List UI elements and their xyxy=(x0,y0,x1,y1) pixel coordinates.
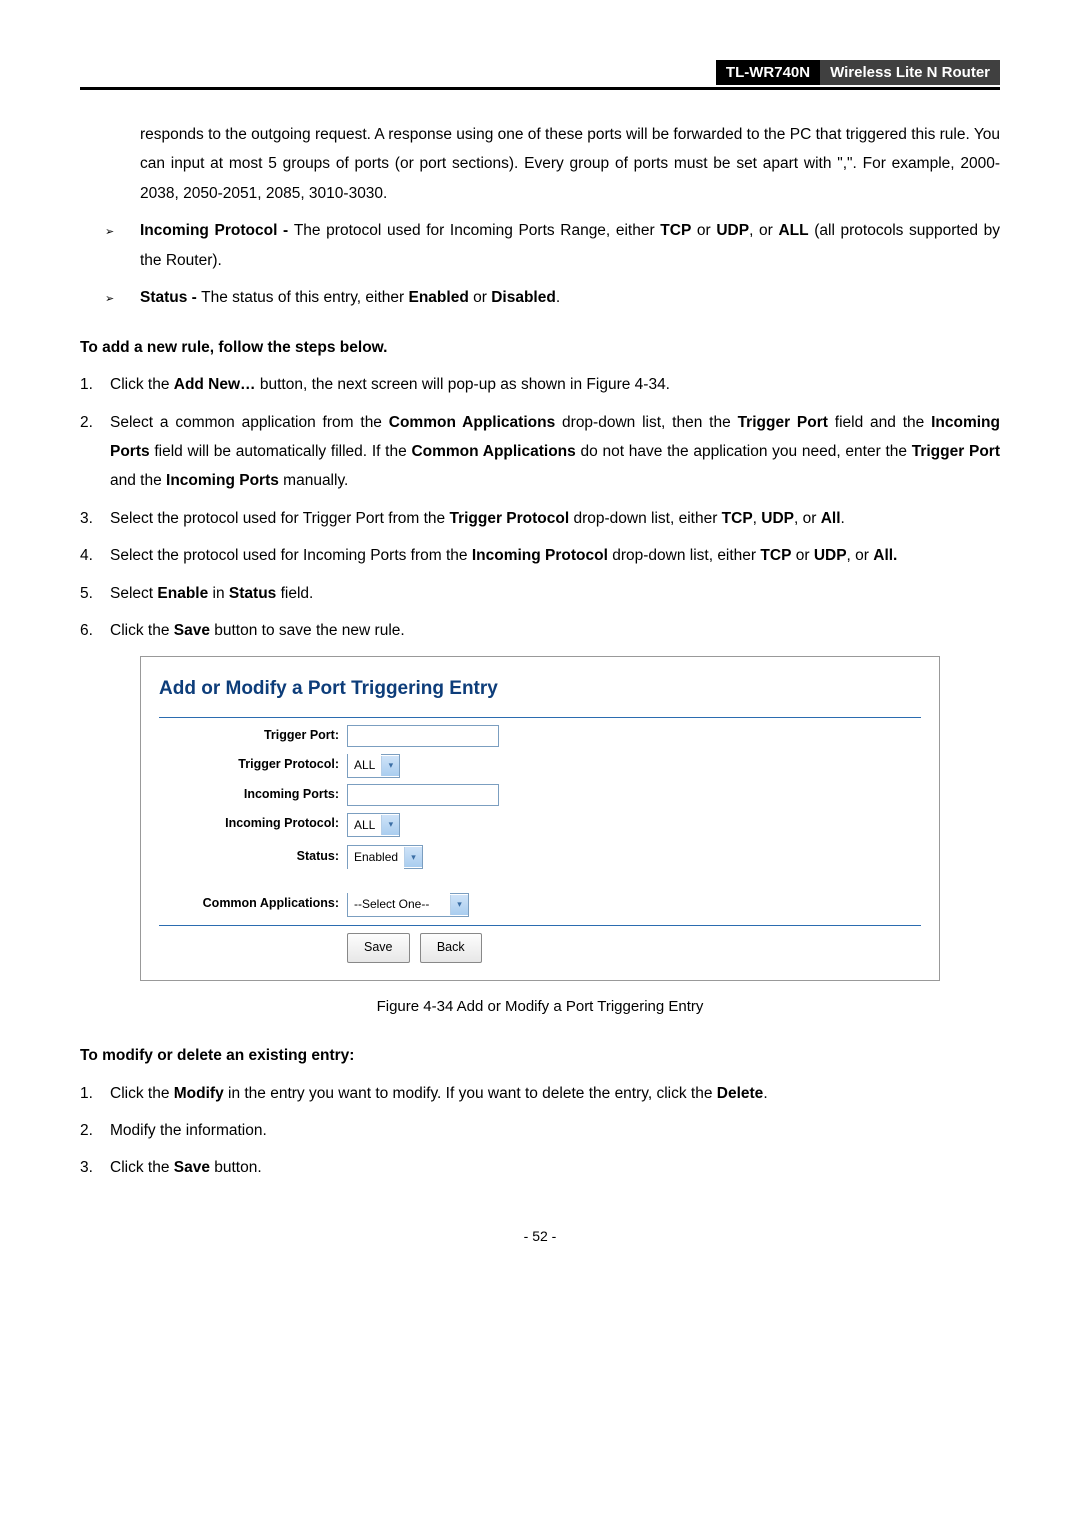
label-incoming-ports: Incoming Ports: xyxy=(159,783,347,807)
bullet-incoming-protocol: ➢ Incoming Protocol - The protocol used … xyxy=(105,216,1000,275)
step-3: 3. Select the protocol used for Trigger … xyxy=(80,504,1000,533)
step2-3: 3. Click the Save button. xyxy=(80,1153,1000,1182)
chevron-down-icon: ▾ xyxy=(450,895,468,915)
page-number: - 52 - xyxy=(80,1223,1000,1250)
row-buttons: Save Back xyxy=(159,932,921,963)
row-trigger-protocol: Trigger Protocol: ALL ▾ xyxy=(159,750,921,779)
header-model: TL-WR740N xyxy=(716,60,820,85)
step-text: Click the Add New… button, the next scre… xyxy=(110,370,1000,399)
section-heading-add: To add a new rule, follow the steps belo… xyxy=(80,333,1000,362)
step-number: 3. xyxy=(80,504,110,533)
row-status: Status: Enabled ▾ xyxy=(159,842,921,871)
step-4: 4. Select the protocol used for Incoming… xyxy=(80,541,1000,570)
common-apps-select[interactable]: --Select One-- ▾ xyxy=(347,893,469,917)
document-page: TL-WR740NWireless Lite N Router responds… xyxy=(0,0,1080,1290)
row-incoming-protocol: Incoming Protocol: ALL ▾ xyxy=(159,810,921,839)
section-heading-modify: To modify or delete an existing entry: xyxy=(80,1041,1000,1070)
step-number: 1. xyxy=(80,370,110,399)
bullet-label: Incoming Protocol - xyxy=(140,222,294,239)
bullet-text: Status - The status of this entry, eithe… xyxy=(140,283,1000,312)
step-text: Select the protocol used for Incoming Po… xyxy=(110,541,1000,570)
incoming-ports-input[interactable] xyxy=(347,784,499,806)
step-text: Click the Modify in the entry you want t… xyxy=(110,1079,1000,1108)
step-number: 2. xyxy=(80,1116,110,1145)
bullet-marker-icon: ➢ xyxy=(105,216,140,275)
step-number: 4. xyxy=(80,541,110,570)
bullet-marker-icon: ➢ xyxy=(105,283,140,312)
step-2: 2. Select a common application from the … xyxy=(80,408,1000,496)
row-trigger-port: Trigger Port: xyxy=(159,724,921,748)
step-number: 5. xyxy=(80,579,110,608)
step-number: 6. xyxy=(80,616,110,645)
step-5: 5. Select Enable in Status field. xyxy=(80,579,1000,608)
status-select[interactable]: Enabled ▾ xyxy=(347,845,423,869)
back-button[interactable]: Back xyxy=(420,933,482,963)
chevron-down-icon: ▾ xyxy=(381,815,399,835)
page-content: responds to the outgoing request. A resp… xyxy=(80,120,1000,1250)
step-number: 3. xyxy=(80,1153,110,1182)
step-text: Click the Save button. xyxy=(110,1153,1000,1182)
page-header: TL-WR740NWireless Lite N Router xyxy=(80,60,1000,90)
figure-title: Add or Modify a Port Triggering Entry xyxy=(159,671,921,707)
step-number: 1. xyxy=(80,1079,110,1108)
figure-caption: Figure 4-34 Add or Modify a Port Trigger… xyxy=(80,993,1000,1022)
step-number: 2. xyxy=(80,408,110,496)
save-button[interactable]: Save xyxy=(347,933,410,963)
label-status: Status: xyxy=(159,845,347,869)
incoming-protocol-select[interactable]: ALL ▾ xyxy=(347,813,400,837)
row-common-apps: Common Applications: --Select One-- ▾ xyxy=(159,889,921,918)
step-6: 6. Click the Save button to save the new… xyxy=(80,616,1000,645)
label-trigger-port: Trigger Port: xyxy=(159,724,347,748)
chevron-down-icon: ▾ xyxy=(381,756,399,776)
trigger-protocol-select[interactable]: ALL ▾ xyxy=(347,754,400,778)
step-1: 1. Click the Add New… button, the next s… xyxy=(80,370,1000,399)
step-text: Select a common application from the Com… xyxy=(110,408,1000,496)
trigger-port-input[interactable] xyxy=(347,725,499,747)
step2-2: 2. Modify the information. xyxy=(80,1116,1000,1145)
figure-box: Add or Modify a Port Triggering Entry Tr… xyxy=(140,656,940,981)
step-text: Select Enable in Status field. xyxy=(110,579,1000,608)
label-incoming-protocol: Incoming Protocol: xyxy=(159,812,347,836)
bullet-text: Incoming Protocol - The protocol used fo… xyxy=(140,216,1000,275)
label-trigger-protocol: Trigger Protocol: xyxy=(159,753,347,777)
header-desc: Wireless Lite N Router xyxy=(820,60,1000,85)
bullet-status: ➢ Status - The status of this entry, eit… xyxy=(105,283,1000,312)
bullet-label: Status - xyxy=(140,289,201,306)
figure-divider xyxy=(159,925,921,926)
step-text: Click the Save button to save the new ru… xyxy=(110,616,1000,645)
step-text: Select the protocol used for Trigger Por… xyxy=(110,504,1000,533)
step2-1: 1. Click the Modify in the entry you wan… xyxy=(80,1079,1000,1108)
row-incoming-ports: Incoming Ports: xyxy=(159,783,921,807)
chevron-down-icon: ▾ xyxy=(404,847,422,867)
continued-paragraph: responds to the outgoing request. A resp… xyxy=(140,120,1000,208)
figure-divider xyxy=(159,717,921,718)
label-common-apps: Common Applications: xyxy=(159,892,347,916)
step-text: Modify the information. xyxy=(110,1116,1000,1145)
